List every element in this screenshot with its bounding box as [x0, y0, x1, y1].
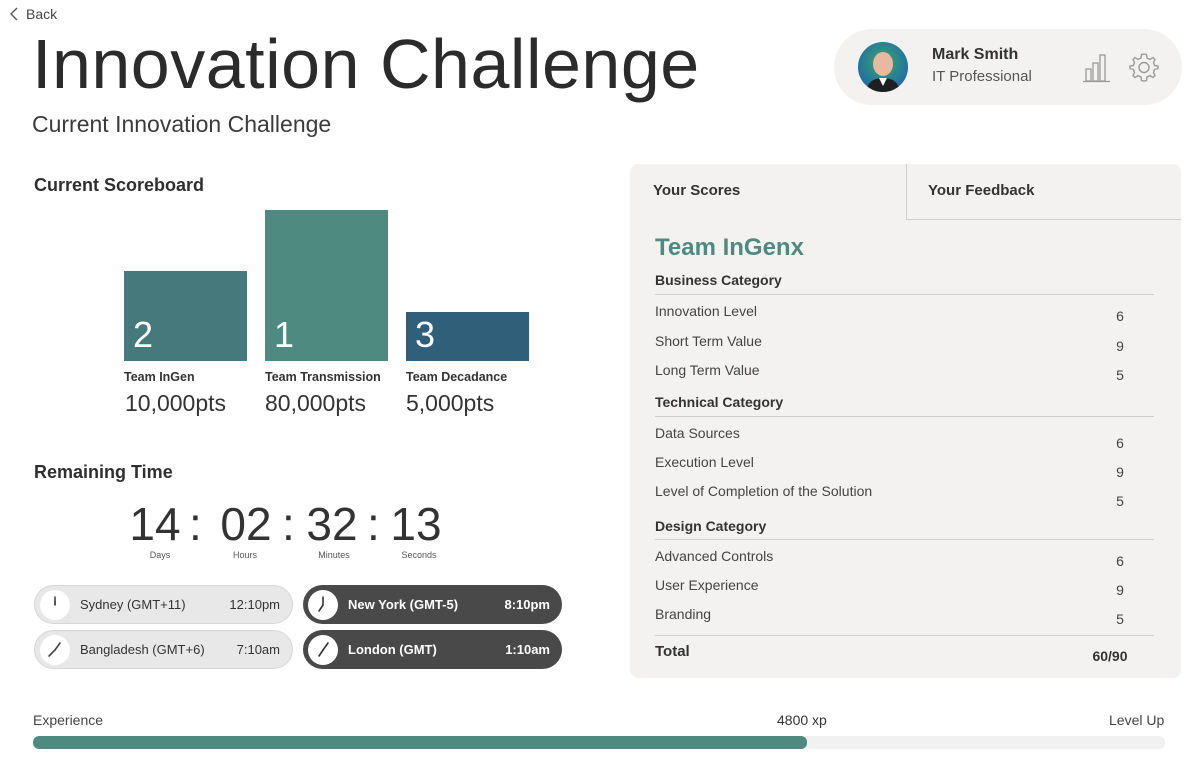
back-link[interactable]: Back	[8, 6, 57, 22]
timezone-city: London (GMT)	[348, 642, 437, 657]
countdown-hours-label: Hours	[232, 550, 257, 560]
category-heading: Design Category	[655, 518, 767, 534]
criterion-label: User Experience	[655, 577, 759, 593]
category-heading: Business Category	[655, 272, 782, 288]
countdown-days-label: Days	[149, 550, 171, 560]
criterion-label: Innovation Level	[655, 303, 757, 319]
divider	[655, 416, 1154, 417]
criterion-score: 9	[1116, 582, 1124, 598]
avatar[interactable]	[858, 42, 908, 92]
experience-value: 4800 xp	[777, 712, 827, 728]
criterion-label: Short Term Value	[655, 333, 762, 349]
page-subtitle: Current Innovation Challenge	[32, 111, 332, 137]
scoreboard-title: Current Scoreboard	[34, 175, 205, 195]
criterion-score: 6	[1116, 308, 1124, 324]
divider	[655, 635, 1154, 636]
timezone-time: 7:10am	[236, 642, 280, 657]
criterion-label: Data Sources	[655, 425, 740, 441]
criterion-score: 5	[1116, 493, 1124, 509]
divider	[655, 539, 1154, 540]
scoreboard-bar-decadance: 3	[406, 312, 529, 361]
timezone-city: New York (GMT-5)	[348, 597, 459, 612]
bar-rank: 1	[274, 314, 295, 355]
criterion-score: 5	[1116, 367, 1124, 383]
profile-name: Mark Smith	[932, 46, 1019, 63]
profile-role: IT Professional	[932, 68, 1032, 85]
clock-icon	[40, 634, 70, 665]
tab-label: Your Scores	[653, 182, 741, 199]
back-label: Back	[26, 6, 58, 22]
profile-card: Mark Smith IT Professional	[834, 29, 1182, 105]
timezone-pill-bangladesh[interactable]: Bangladesh (GMT+6) 7:10am	[34, 630, 293, 669]
countdown-minutes: 32	[306, 498, 358, 550]
countdown-seconds-label: Seconds	[401, 550, 437, 560]
countdown-hours: 02	[220, 498, 272, 550]
countdown-minutes-label: Minutes	[318, 550, 350, 560]
scoreboard-bar-ingen: 2	[124, 271, 247, 361]
team-points: 5,000pts	[406, 390, 495, 416]
remaining-time-title: Remaining Time	[34, 462, 173, 482]
clock-icon	[308, 634, 338, 665]
bar-chart-icon[interactable]	[1082, 51, 1112, 83]
team-points: 10,000pts	[125, 390, 227, 416]
team-name-label: Team Transmission	[265, 370, 381, 384]
timezone-pill-new-york[interactable]: New York (GMT-5) 8:10pm	[303, 585, 562, 624]
criterion-label: Advanced Controls	[655, 548, 774, 564]
scoreboard-bar-transmission: 1	[265, 210, 388, 361]
experience-progress-fill	[33, 736, 808, 749]
criterion-label: Long Term Value	[655, 362, 760, 378]
team-points: 80,000pts	[265, 390, 367, 416]
clock-icon	[40, 589, 70, 620]
team-name-label: Team InGen	[124, 370, 195, 384]
criterion-label: Level of Completion of the Solution	[655, 483, 873, 499]
criterion-score: 9	[1116, 338, 1124, 354]
criterion-label: Execution Level	[655, 454, 754, 470]
criterion-score: 5	[1116, 611, 1124, 627]
countdown-days: 14	[129, 498, 181, 550]
timezone-time: 12:10pm	[229, 597, 280, 612]
scores-panel: Your Scores Your Feedback Team InGenx Bu…	[630, 164, 1181, 678]
criterion-score: 6	[1116, 553, 1124, 569]
category-heading: Technical Category	[655, 394, 784, 410]
tab-your-feedback[interactable]: Your Feedback	[906, 164, 1181, 220]
clock-icon	[308, 589, 338, 620]
timezone-city: Sydney (GMT+11)	[80, 597, 186, 612]
level-up-label: Level Up	[1109, 712, 1165, 728]
total-score: 60/90	[1092, 648, 1128, 664]
page-title: Innovation Challenge	[32, 25, 700, 103]
timezone-city: Bangladesh (GMT+6)	[80, 642, 205, 657]
countdown-separator: :	[189, 498, 202, 550]
criterion-score: 6	[1116, 435, 1124, 451]
timezone-time: 1:10am	[505, 642, 550, 657]
criterion-score: 9	[1116, 464, 1124, 480]
bar-rank: 3	[415, 314, 436, 355]
bar-rank: 2	[133, 314, 154, 355]
gear-icon[interactable]	[1128, 51, 1160, 83]
timezone-time: 8:10pm	[504, 597, 550, 612]
criterion-label: Branding	[655, 606, 712, 622]
timezone-pill-sydney[interactable]: Sydney (GMT+11) 12:10pm	[34, 585, 293, 624]
divider	[655, 294, 1154, 295]
scores-team-name: Team InGenx	[655, 234, 804, 261]
timezone-pill-london[interactable]: London (GMT) 1:10am	[303, 630, 562, 669]
chevron-left-icon	[10, 7, 18, 21]
total-label: Total	[655, 643, 690, 660]
experience-label: Experience	[33, 712, 104, 728]
tab-your-scores[interactable]: Your Scores	[630, 164, 906, 220]
team-name-label: Team Decadance	[406, 370, 508, 384]
tab-label: Your Feedback	[928, 182, 1035, 199]
countdown-seconds: 13	[390, 498, 442, 550]
experience-progress-bar	[33, 736, 1165, 749]
